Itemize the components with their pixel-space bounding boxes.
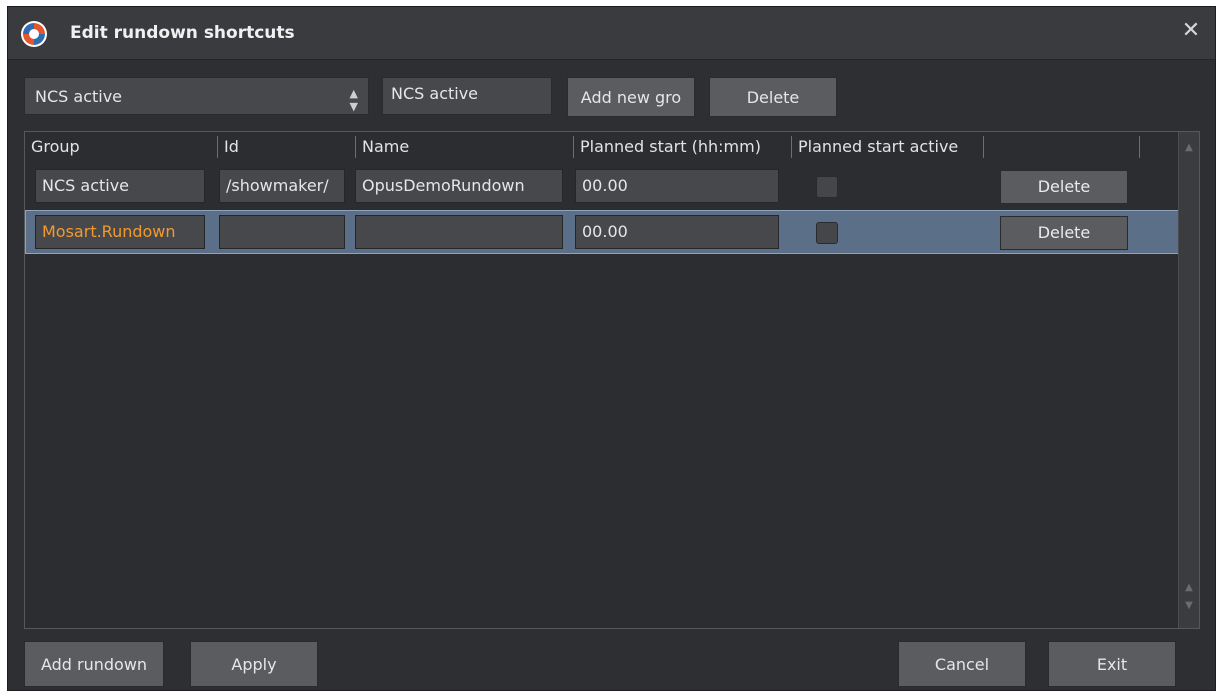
name-cell-input[interactable]: OpusDemoRundown (355, 169, 563, 203)
table-header: Group Id Name Planned start (hh:mm) Plan… (25, 132, 1179, 162)
edit-rundown-shortcuts-dialog: Edit rundown shortcuts ✕ NCS active ▲ ▼ N… (7, 6, 1216, 691)
id-cell-input[interactable]: /showmaker/ (219, 169, 345, 203)
add-new-group-button[interactable]: Add new gro (567, 77, 695, 117)
column-header-planned-start: Planned start (hh:mm) (573, 136, 790, 158)
column-header-name: Name (355, 136, 572, 158)
vertical-scrollbar[interactable]: ▲ ▲ ▼ (1178, 132, 1199, 628)
scroll-up-small-icon[interactable]: ▲ (1179, 582, 1199, 593)
dialog-title: Edit rundown shortcuts (70, 23, 295, 43)
planned-start-active-checkbox[interactable] (816, 176, 838, 198)
exit-button[interactable]: Exit (1048, 641, 1176, 687)
name-cell-input[interactable] (355, 215, 563, 249)
title-bar: Edit rundown shortcuts ✕ (8, 7, 1215, 60)
planned-start-input[interactable]: 00.00 (575, 215, 779, 249)
close-icon[interactable]: ✕ (1179, 19, 1203, 43)
delete-row-button[interactable]: Delete (1000, 170, 1128, 204)
column-header-id: Id (217, 136, 352, 158)
table-row-selected[interactable]: Mosart.Rundown 00.00 Delete (25, 210, 1179, 254)
scroll-up-icon[interactable]: ▲ (1179, 142, 1199, 153)
column-header-planned-start-active: Planned start active (791, 136, 990, 158)
delete-group-button[interactable]: Delete (709, 77, 837, 117)
planned-start-active-checkbox[interactable] (816, 222, 838, 244)
apply-button[interactable]: Apply (190, 641, 318, 687)
rundown-shortcuts-table: Group Id Name Planned start (hh:mm) Plan… (24, 131, 1200, 629)
column-header-group: Group (31, 137, 80, 156)
select-arrows-icon: ▲ ▼ (349, 87, 358, 113)
app-logo-icon (21, 21, 47, 47)
group-cell-input[interactable]: Mosart.Rundown (35, 215, 205, 249)
group-select-value: NCS active (35, 87, 123, 106)
group-name-input[interactable]: NCS active (382, 77, 552, 115)
scroll-down-icon[interactable]: ▼ (1179, 600, 1199, 611)
planned-start-input[interactable]: 00.00 (575, 169, 779, 203)
table-row[interactable]: NCS active /showmaker/ OpusDemoRundown 0… (25, 164, 1179, 208)
delete-row-button[interactable]: Delete (1000, 216, 1128, 250)
id-cell-input[interactable] (219, 215, 345, 249)
column-header-actions (983, 136, 1144, 158)
group-select[interactable]: NCS active ▲ ▼ (24, 77, 369, 115)
add-rundown-button[interactable]: Add rundown (24, 641, 164, 687)
cancel-button[interactable]: Cancel (898, 641, 1026, 687)
column-header-spacer (1139, 136, 1176, 158)
group-cell-input[interactable]: NCS active (35, 169, 205, 203)
